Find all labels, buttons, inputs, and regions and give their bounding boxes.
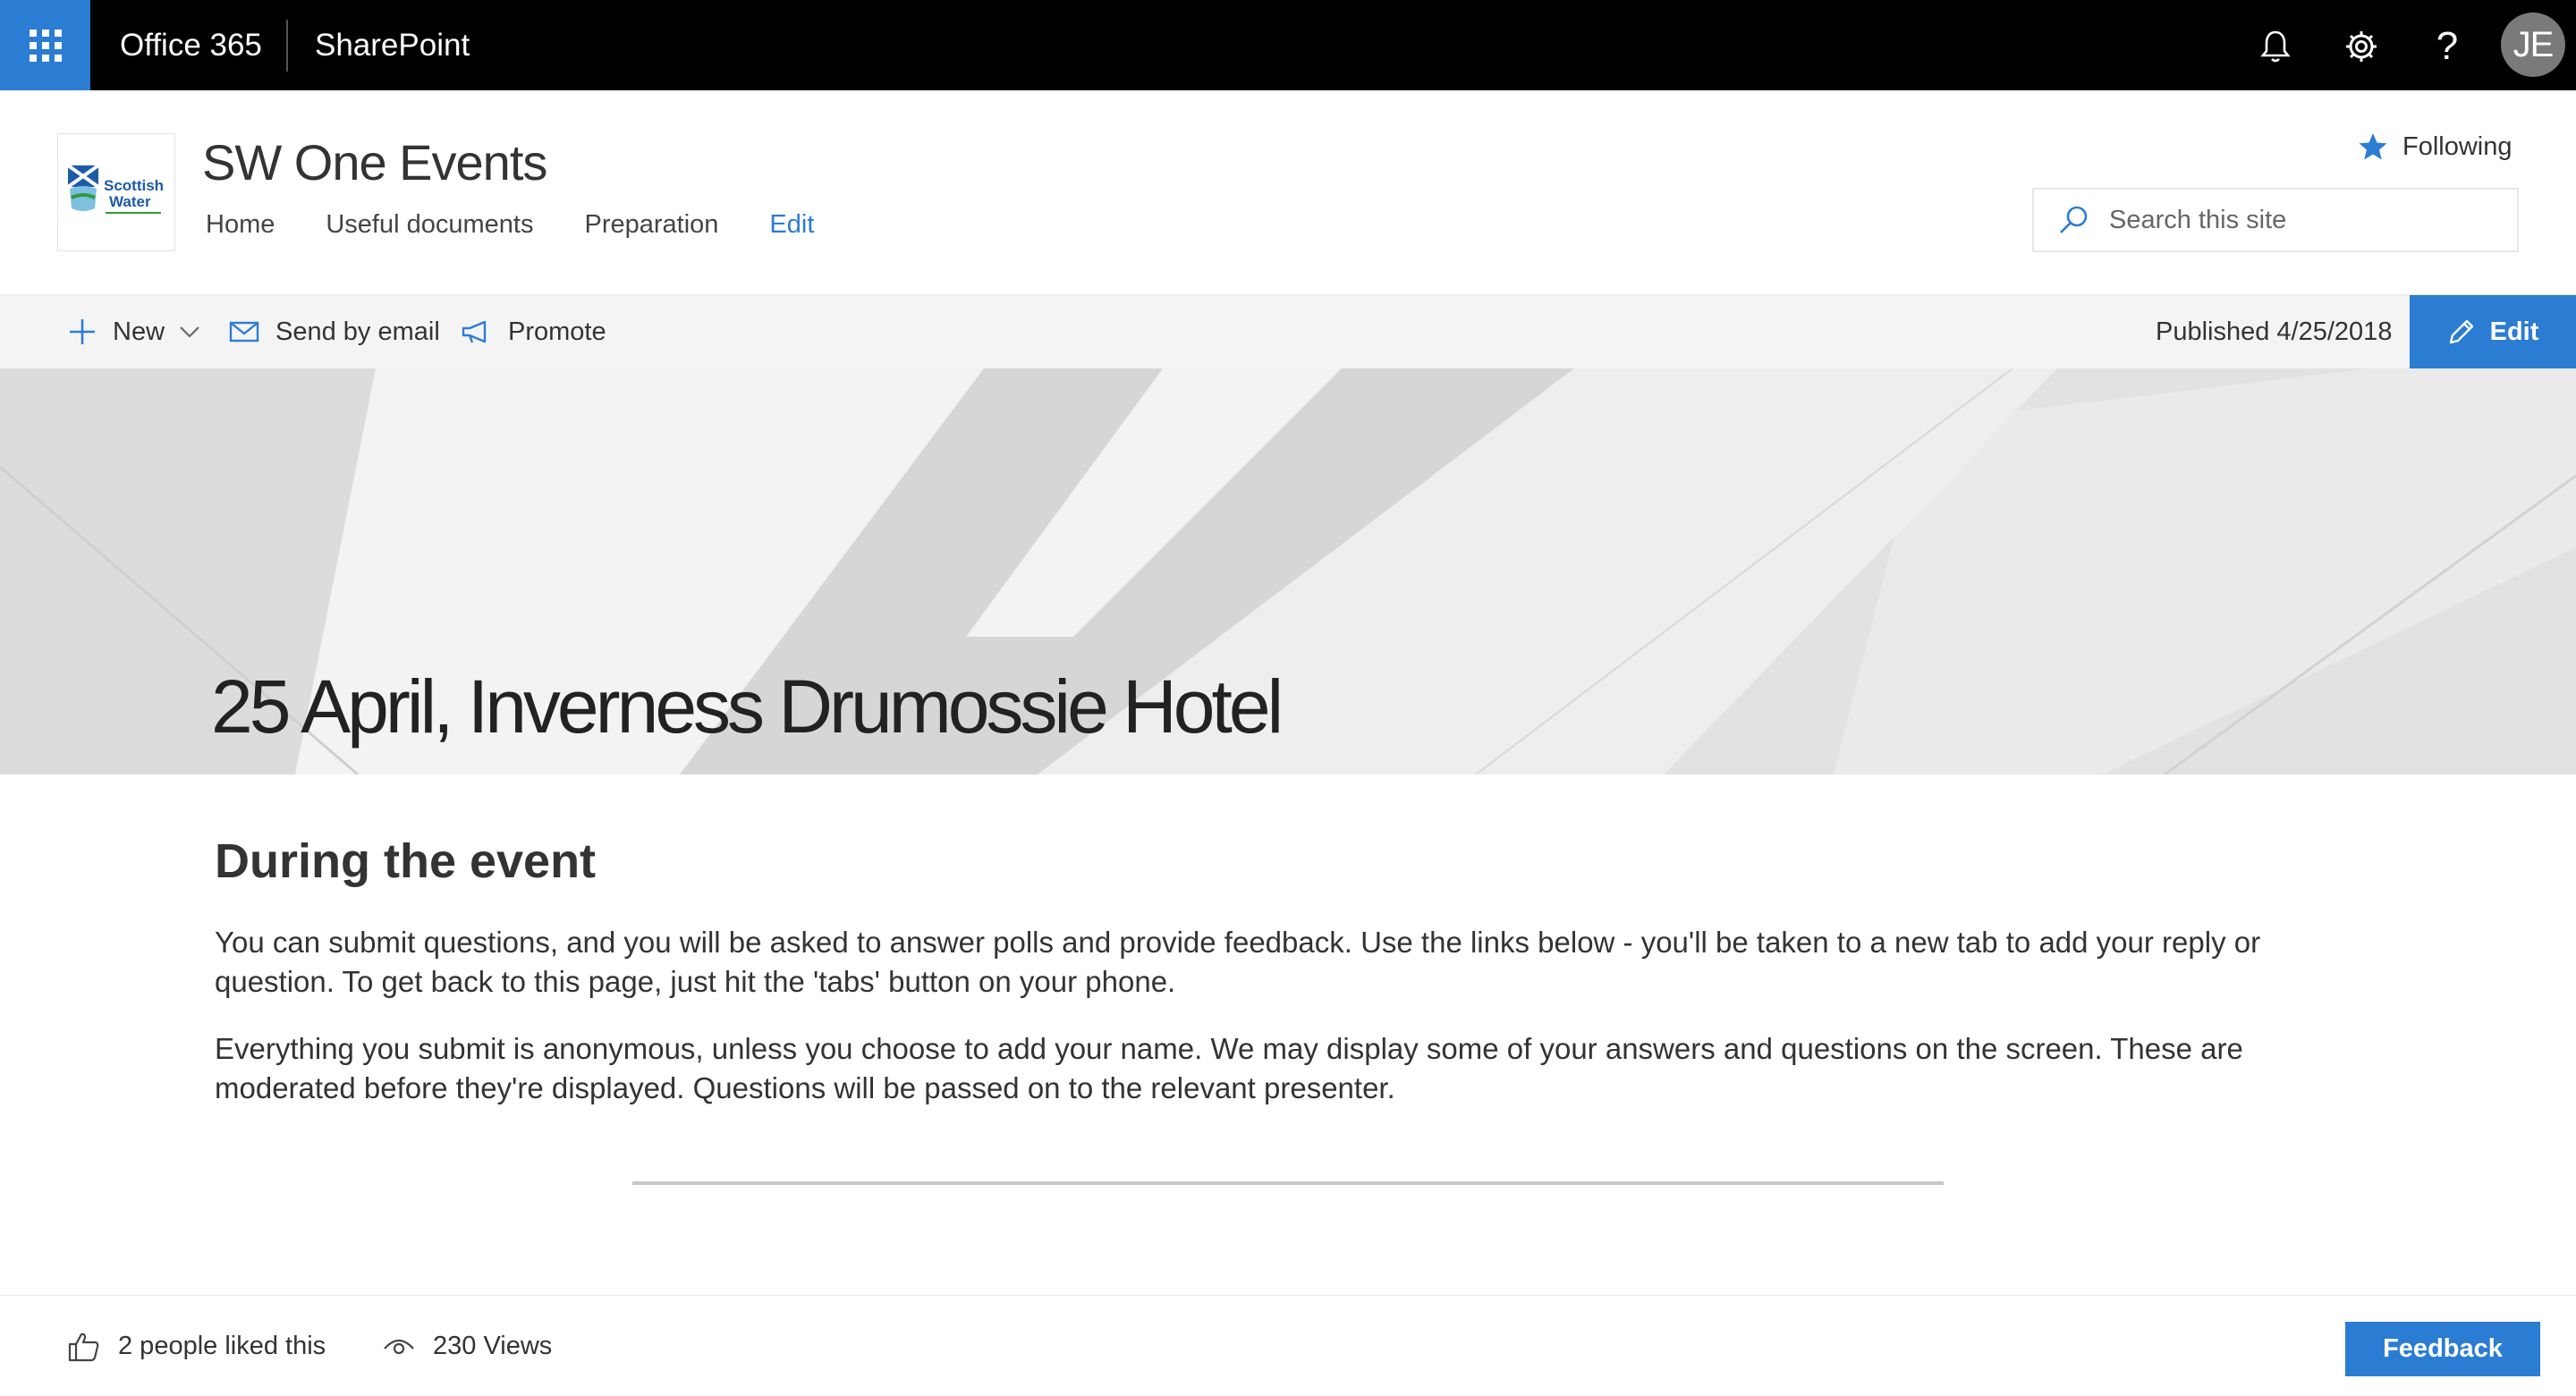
site-header: Scottish Water SW One Events Home Useful…	[0, 90, 2576, 295]
promote-label: Promote	[508, 317, 606, 346]
like-button[interactable]: 2 people liked this	[68, 1296, 326, 1396]
edit-label: Edit	[2489, 317, 2539, 346]
article-content: During the event You can submit question…	[215, 833, 2379, 1136]
divider	[632, 1181, 1944, 1185]
command-bar: New Send by email Promote Published 4/25…	[0, 295, 2576, 368]
pencil-icon	[2449, 319, 2473, 344]
search-input[interactable]	[2109, 205, 2503, 235]
send-by-email-button[interactable]: Send by email	[229, 295, 440, 368]
app-name[interactable]: SharePoint	[315, 0, 470, 90]
svg-text:Water: Water	[109, 193, 151, 210]
page-title: 25 April, Inverness Drumossie Hotel	[211, 664, 1284, 749]
search-box[interactable]	[2032, 188, 2519, 252]
views-counter: 230 Views	[383, 1296, 552, 1396]
following-button[interactable]: Following	[2358, 131, 2512, 162]
views-count: 230 Views	[433, 1332, 553, 1360]
site-title[interactable]: SW One Events	[202, 133, 547, 191]
suite-bar: Office 365 SharePoint ? JE	[0, 0, 2576, 90]
send-by-email-label: Send by email	[275, 317, 440, 346]
search-icon	[2060, 206, 2088, 233]
bell-icon[interactable]	[2249, 20, 2302, 73]
svg-text:Scottish: Scottish	[104, 177, 164, 194]
nav-item-preparation[interactable]: Preparation	[584, 210, 718, 240]
page-footer: 2 people liked this 230 Views Feedback	[0, 1295, 2576, 1396]
edit-page-button[interactable]: Edit	[2410, 295, 2576, 368]
promote-button[interactable]: Promote	[462, 295, 606, 368]
star-icon	[2359, 133, 2387, 160]
feedback-button[interactable]: Feedback	[2345, 1322, 2540, 1376]
office365-brand[interactable]: Office 365	[120, 0, 262, 90]
nav-item-home[interactable]: Home	[206, 210, 275, 240]
mail-icon	[229, 321, 259, 343]
chevron-down-icon	[180, 326, 199, 338]
paragraph: Everything you submit is anonymous, unle…	[215, 1032, 2243, 1104]
published-status: Published 4/25/2018	[2156, 317, 2393, 346]
new-label: New	[113, 317, 165, 346]
site-logo[interactable]: Scottish Water	[57, 133, 175, 251]
brand-separator	[286, 20, 288, 72]
site-navigation: Home Useful documents Preparation Edit	[206, 210, 865, 240]
likes-count: 2 people liked this	[118, 1332, 326, 1360]
eye-icon	[384, 1339, 414, 1354]
avatar[interactable]: JE	[2501, 13, 2565, 77]
megaphone-icon	[462, 320, 487, 343]
nav-edit-link[interactable]: Edit	[769, 210, 814, 240]
new-button[interactable]: New	[68, 295, 200, 368]
plus-icon	[70, 319, 95, 344]
paragraph: You can submit questions, and you will b…	[215, 926, 2261, 998]
hero-banner: 25 April, Inverness Drumossie Hotel	[0, 368, 2576, 774]
help-icon[interactable]: ?	[2420, 20, 2474, 73]
nav-item-useful-documents[interactable]: Useful documents	[326, 210, 533, 240]
app-launcher-icon[interactable]	[0, 0, 90, 90]
following-label: Following	[2402, 131, 2512, 161]
gear-icon[interactable]	[2334, 20, 2388, 73]
section-heading: During the event	[215, 834, 597, 888]
thumbs-up-icon	[68, 1333, 99, 1361]
